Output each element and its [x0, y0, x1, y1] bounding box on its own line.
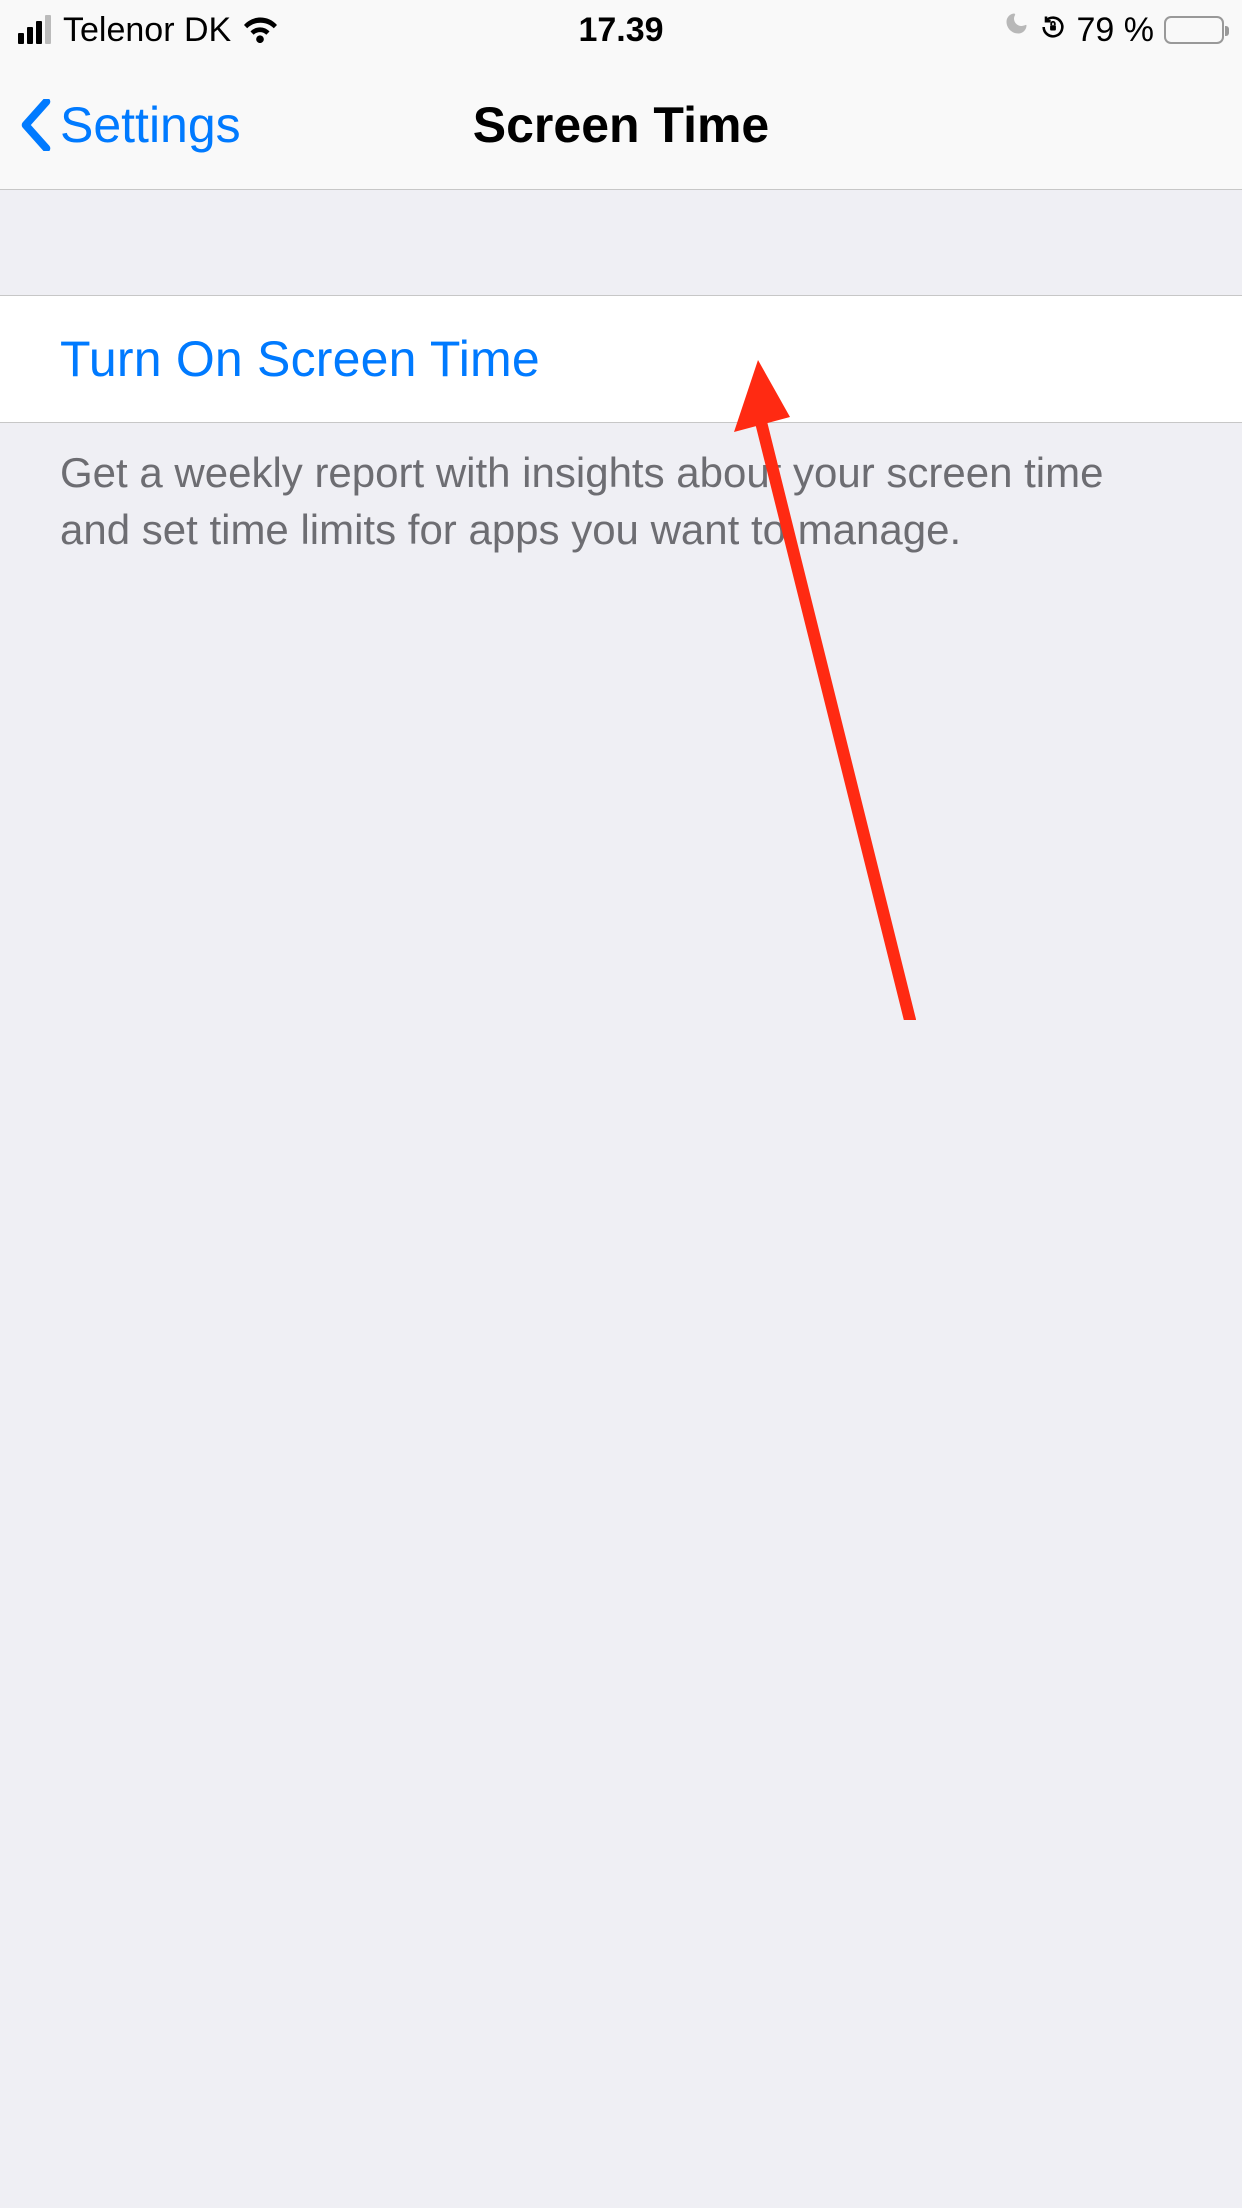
status-left-group: Telenor DK	[18, 11, 277, 50]
section-footer-description: Get a weekly report with insights about …	[0, 423, 1242, 558]
battery-icon	[1164, 16, 1224, 44]
nav-bar: Settings Screen Time	[0, 60, 1242, 190]
turn-on-screen-time-label: Turn On Screen Time	[60, 330, 1182, 388]
cellular-signal-icon	[18, 16, 51, 44]
content-area: Turn On Screen Time Get a weekly report …	[0, 190, 1242, 558]
status-clock: 17.39	[578, 11, 663, 50]
carrier-label: Telenor DK	[63, 11, 231, 50]
status-right-group: 79 %	[999, 11, 1225, 50]
back-label: Settings	[60, 96, 241, 154]
battery-percent-label: 79 %	[1077, 11, 1155, 50]
orientation-lock-icon	[1039, 11, 1067, 50]
do-not-disturb-icon	[999, 11, 1029, 50]
chevron-left-icon	[20, 99, 52, 151]
back-button[interactable]: Settings	[20, 96, 241, 154]
wifi-icon	[243, 17, 277, 43]
turn-on-screen-time-cell[interactable]: Turn On Screen Time	[0, 295, 1242, 423]
status-bar: Telenor DK 17.39 79 %	[0, 0, 1242, 60]
